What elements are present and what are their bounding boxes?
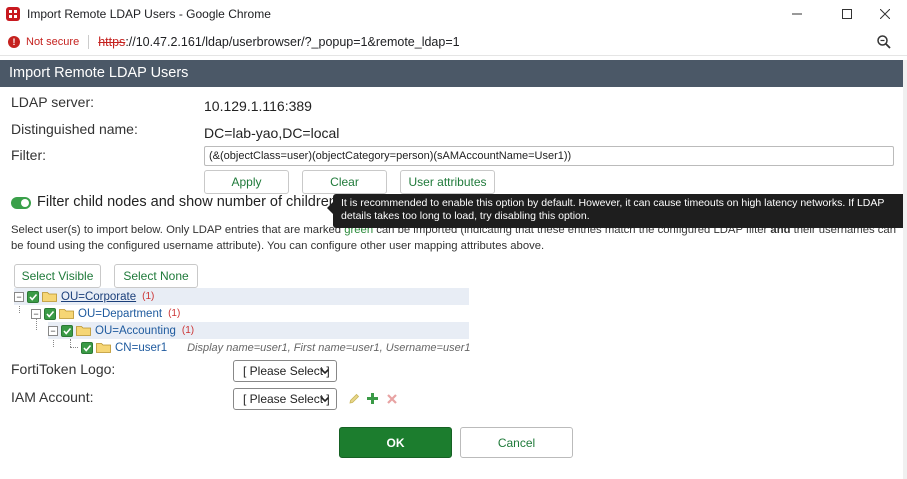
folder-icon (59, 309, 74, 319)
iam-select-value: [ Please Select ] (243, 392, 330, 406)
child-count: (1) (168, 308, 181, 319)
toggle-tooltip: It is recommended to enable this option … (327, 194, 906, 228)
zoom-icon[interactable] (876, 34, 892, 50)
dn-label: Distinguished name: (11, 121, 138, 137)
dn-value: DC=lab-yao,DC=local (204, 125, 340, 141)
select-visible-button[interactable]: Select Visible (14, 264, 101, 288)
url-path: ://10.47.2.161/ldap/userbrowser/?_popup=… (125, 34, 460, 49)
checkbox-icon[interactable] (61, 324, 73, 337)
ok-button[interactable]: OK (339, 427, 452, 458)
tree-node-label[interactable]: OU=Corporate (61, 291, 136, 303)
tree-node-corporate[interactable]: − OU=Corporate (1) (14, 288, 469, 305)
clear-button[interactable]: Clear (302, 170, 387, 194)
browser-titlebar: Import Remote LDAP Users - Google Chrome (0, 0, 907, 28)
cancel-button[interactable]: Cancel (460, 427, 573, 458)
tree-connector (70, 339, 71, 347)
select-none-button[interactable]: Select None (114, 264, 198, 288)
child-count: (1) (142, 291, 155, 302)
window-title: Import Remote LDAP Users - Google Chrome (27, 7, 271, 21)
collapse-icon[interactable]: − (31, 308, 41, 319)
delete-icon[interactable] (386, 393, 398, 405)
folder-icon (96, 343, 111, 353)
apply-button[interactable]: Apply (204, 170, 289, 194)
tree-node-department[interactable]: − OU=Department (1) (31, 305, 469, 322)
tree-node-label[interactable]: OU=Department (78, 308, 162, 320)
iam-account-label: IAM Account: (11, 389, 94, 405)
security-label: Not secure (26, 35, 80, 48)
address-separator (88, 34, 90, 49)
checkbox-icon[interactable] (44, 307, 56, 320)
minimize-icon[interactable] (775, 0, 819, 28)
filter-input[interactable]: (&(objectClass=user)(objectCategory=pers… (204, 146, 894, 166)
chevron-down-icon (320, 368, 330, 375)
url-text[interactable]: https://10.47.2.161/ldap/userbrowser/?_p… (98, 35, 459, 49)
tree-node-label[interactable]: OU=Accounting (95, 325, 176, 337)
add-icon[interactable] (366, 392, 379, 405)
scrollbar[interactable] (903, 60, 907, 479)
filter-children-toggle[interactable] (11, 197, 31, 209)
user-attributes-button[interactable]: User attributes (400, 170, 495, 194)
folder-icon (42, 292, 57, 302)
filter-children-label: Filter child nodes and show number of ch… (37, 194, 337, 210)
desc-part1: Select user(s) to import below. Only LDA… (11, 224, 345, 236)
url-protocol: https (98, 34, 126, 49)
fortitoken-select[interactable]: [ Please Select ] (233, 360, 337, 382)
security-chip[interactable]: ! Not secure (8, 35, 80, 48)
tree-connector (70, 347, 78, 348)
child-count: (1) (181, 325, 195, 336)
filter-label: Filter: (11, 147, 46, 163)
ldap-server-value: 10.129.1.116:389 (204, 98, 312, 114)
user-details: Display name=user1, First name=user1, Us… (187, 341, 471, 354)
warning-icon: ! (8, 35, 20, 48)
chevron-down-icon (320, 396, 330, 403)
tree-node-user1[interactable]: CN=user1 Display name=user1, First name=… (81, 339, 471, 356)
tree-node-label[interactable]: CN=user1 (115, 342, 167, 354)
ldap-server-label: LDAP server: (11, 94, 94, 110)
page-title: Import Remote LDAP Users (0, 60, 907, 87)
address-bar[interactable]: ! Not secure https://10.47.2.161/ldap/us… (0, 28, 907, 56)
pencil-icon[interactable] (348, 393, 360, 405)
tree-node-accounting[interactable]: − OU=Accounting (1) (48, 322, 469, 339)
checkbox-icon[interactable] (27, 290, 39, 303)
fortitoken-select-value: [ Please Select ] (243, 364, 330, 378)
fortinet-app-icon (6, 7, 20, 21)
fortitoken-label: FortiToken Logo: (11, 361, 116, 377)
close-icon[interactable] (863, 0, 907, 28)
collapse-icon[interactable]: − (14, 291, 24, 302)
collapse-icon[interactable]: − (48, 325, 58, 336)
folder-icon (76, 326, 91, 336)
iam-account-select[interactable]: [ Please Select ] (233, 388, 337, 410)
checkbox-icon[interactable] (81, 341, 93, 354)
